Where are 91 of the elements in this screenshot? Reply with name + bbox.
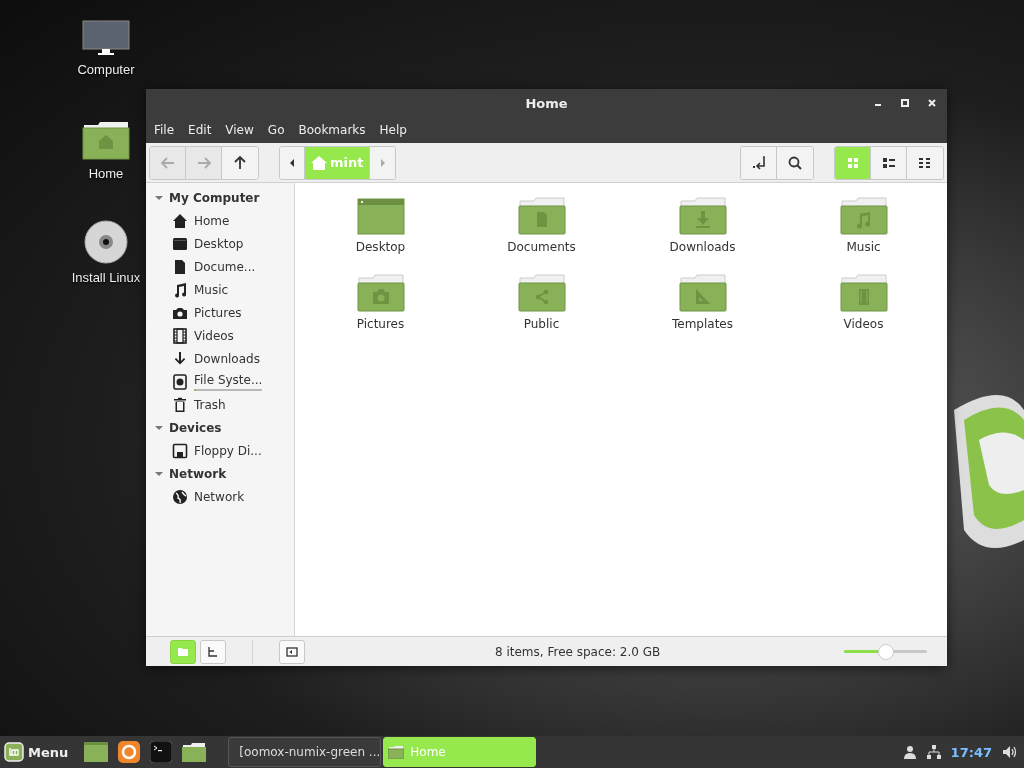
- file-name[interactable]: Public: [523, 317, 560, 331]
- file-name[interactable]: Templates: [672, 317, 733, 331]
- clock[interactable]: 17:47: [950, 744, 992, 760]
- sidebar-item[interactable]: Home: [194, 213, 230, 228]
- up-arrow-icon: [232, 154, 248, 171]
- menu-item[interactable]: Go: [267, 123, 285, 137]
- file-name[interactable]: Desktop: [355, 240, 406, 254]
- compact-list-icon: [919, 156, 931, 169]
- pictures-folder-icon: [356, 273, 405, 313]
- home-icon: [311, 155, 327, 170]
- sidebar-heading[interactable]: Network: [169, 466, 227, 481]
- grid-icon: [846, 156, 859, 169]
- show-desktop-icon[interactable]: [84, 742, 109, 762]
- videos-folder-icon: [839, 273, 888, 313]
- search-icon: [787, 154, 803, 171]
- location-button[interactable]: [741, 146, 777, 179]
- menu-item[interactable]: Edit: [188, 123, 212, 137]
- sidebar-item[interactable]: Videos: [194, 328, 234, 343]
- sidebar-panel-icon: [286, 645, 298, 658]
- sidebar-item[interactable]: Docume...: [194, 259, 256, 274]
- menu-button[interactable]: Menu: [4, 742, 69, 762]
- sidebar-item[interactable]: Downloads: [194, 351, 260, 366]
- document-icon: [172, 258, 188, 275]
- trash-icon: [172, 396, 188, 413]
- sidebar-item[interactable]: Network: [194, 489, 245, 504]
- file-name[interactable]: Videos: [843, 317, 884, 331]
- drive-icon: [172, 373, 188, 390]
- maximize-icon[interactable]: [900, 98, 910, 108]
- file-name[interactable]: Music: [846, 240, 881, 254]
- file-name[interactable]: Documents: [507, 240, 576, 254]
- music-icon: [172, 281, 188, 298]
- sidebar-heading[interactable]: My Computer: [169, 190, 260, 205]
- sidebar-item[interactable]: Trash: [194, 397, 226, 412]
- computer-icon[interactable]: [82, 20, 130, 56]
- tree-pane-button[interactable]: [200, 639, 226, 664]
- downloads-folder-icon: [678, 196, 727, 236]
- public-folder-icon: [517, 273, 566, 313]
- folder-icon: [177, 645, 189, 658]
- right-arrow-icon: [195, 154, 212, 171]
- mint-logo-icon: [4, 742, 24, 762]
- zoom-slider[interactable]: [844, 643, 927, 660]
- file-name[interactable]: Pictures: [356, 317, 405, 331]
- sidebar-item[interactable]: Desktop: [194, 236, 244, 251]
- menu-item[interactable]: View: [225, 123, 254, 137]
- status-text: 8 items, Free space: 2.0 GB: [494, 644, 662, 659]
- hide-sidebar-button[interactable]: [279, 639, 305, 664]
- terminal-icon[interactable]: [150, 741, 173, 763]
- return-arrow-icon: [750, 154, 767, 171]
- documents-folder-icon: [517, 196, 566, 236]
- user-icon[interactable]: [902, 745, 917, 759]
- close-icon[interactable]: [927, 98, 937, 108]
- videos-icon: [172, 327, 188, 344]
- sidebar-item[interactable]: File Syste...: [194, 372, 263, 387]
- list-icon: [882, 156, 895, 169]
- menu-item[interactable]: File: [154, 123, 175, 137]
- network-icon[interactable]: [926, 745, 941, 759]
- browser-icon[interactable]: [118, 741, 141, 763]
- downloads-icon: [172, 350, 188, 367]
- desktop-icon-label[interactable]: Home: [88, 166, 124, 181]
- caret-left-icon: [288, 157, 296, 168]
- network-icon: [172, 488, 188, 505]
- path-left-button[interactable]: [280, 146, 305, 179]
- floppy-icon: [172, 442, 188, 459]
- list-view-button[interactable]: [871, 146, 907, 179]
- desktop-folder-icon: [356, 196, 405, 236]
- disc-icon[interactable]: [84, 220, 128, 264]
- sidebar-item[interactable]: Pictures: [194, 305, 242, 320]
- templates-folder-icon: [678, 273, 727, 313]
- desktop-icon: [172, 235, 188, 252]
- menu-item[interactable]: Bookmarks: [298, 123, 366, 137]
- desktop-icon-label[interactable]: Install Linux: [71, 270, 141, 285]
- music-folder-icon: [839, 196, 888, 236]
- folder-icon: [388, 745, 405, 759]
- desktop-icon-label[interactable]: Computer: [77, 62, 135, 77]
- sidebar-item[interactable]: Floppy Di...: [194, 443, 262, 458]
- file-name[interactable]: Downloads: [669, 240, 736, 254]
- caret-right-icon: [379, 157, 387, 168]
- sidebar-heading[interactable]: Devices: [169, 420, 222, 435]
- search-button[interactable]: [777, 146, 813, 179]
- tree-icon: [207, 645, 219, 658]
- home-folder-icon[interactable]: [82, 120, 130, 160]
- window-title: Home: [525, 95, 568, 111]
- home-icon: [172, 212, 188, 229]
- taskbar-window-button[interactable]: [oomox-numix-green ...: [228, 737, 382, 767]
- compact-view-button[interactable]: [907, 146, 943, 179]
- folder-icon[interactable]: [182, 742, 207, 762]
- up-button[interactable]: [222, 146, 258, 179]
- volume-icon[interactable]: [1002, 745, 1018, 759]
- sidebar-item[interactable]: Music: [194, 282, 229, 297]
- menu-item[interactable]: Help: [379, 123, 407, 137]
- left-arrow-icon: [159, 154, 176, 171]
